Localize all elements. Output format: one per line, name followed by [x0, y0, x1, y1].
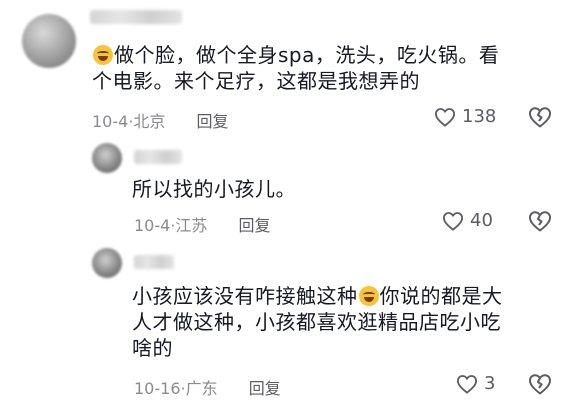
like-count: 3	[484, 373, 496, 394]
reply-button[interactable]: 回复	[239, 216, 271, 235]
like-button[interactable]: 40	[442, 210, 493, 231]
comment-text: 所以找的小孩儿。	[132, 177, 296, 201]
comment-location: 江苏	[175, 216, 208, 235]
comment-meta: 10-4·北京 回复	[92, 108, 229, 132]
comment-3: 小孩应该没有咋接触这种 你说的都是大 人才做这种，小孩都喜欢逛精品店吃小吃 啥的 …	[0, 245, 574, 407]
dislike-button[interactable]	[528, 373, 552, 399]
broken-heart-outline-icon	[529, 374, 551, 395]
comment-meta: 10-16·广东 回复	[134, 375, 281, 399]
comment-date: 10-16	[134, 379, 181, 398]
heart-outline-icon	[456, 374, 478, 394]
comment-date: 10-4	[134, 216, 171, 235]
dislike-button[interactable]	[528, 210, 552, 236]
comment-1: 做个脸，做个全身spa，洗头，吃火锅。看 个电影。来个足疗，这都是我想弄的 10…	[0, 0, 574, 140]
username-blurred[interactable]	[90, 10, 182, 24]
avatar[interactable]	[22, 14, 76, 68]
laughing-tears-emoji-icon	[358, 286, 379, 306]
comment-date: 10-4	[92, 112, 129, 131]
avatar[interactable]	[92, 143, 122, 173]
comment-text: 小孩应该没有咋接触这种 你说的都是大 人才做这种，小孩都喜欢逛精品店吃小吃 啥的	[132, 284, 503, 360]
avatar[interactable]	[92, 248, 122, 278]
comment-text: 做个脸，做个全身spa，洗头，吃火锅。看 个电影。来个足疗，这都是我想弄的	[92, 43, 500, 93]
broken-heart-outline-icon	[529, 211, 551, 232]
like-button[interactable]: 3	[456, 373, 495, 394]
username-blurred[interactable]	[134, 255, 174, 269]
heart-outline-icon	[434, 107, 456, 127]
reply-button[interactable]: 回复	[197, 112, 229, 131]
dislike-button[interactable]	[528, 106, 552, 132]
comment-location: 广东	[185, 379, 218, 398]
heart-outline-icon	[442, 211, 464, 231]
like-count: 138	[462, 106, 497, 127]
comment-location: 北京	[133, 112, 166, 131]
like-count: 40	[470, 210, 493, 231]
comment-meta: 10-4·江苏 回复	[134, 212, 271, 236]
like-button[interactable]: 138	[434, 106, 496, 127]
broken-heart-outline-icon	[529, 107, 551, 128]
comment-2: 所以找的小孩儿。 10-4·江苏 回复 40	[0, 140, 574, 245]
laughing-tears-emoji-icon	[93, 45, 113, 65]
username-blurred[interactable]	[134, 150, 182, 164]
reply-button[interactable]: 回复	[249, 379, 281, 398]
